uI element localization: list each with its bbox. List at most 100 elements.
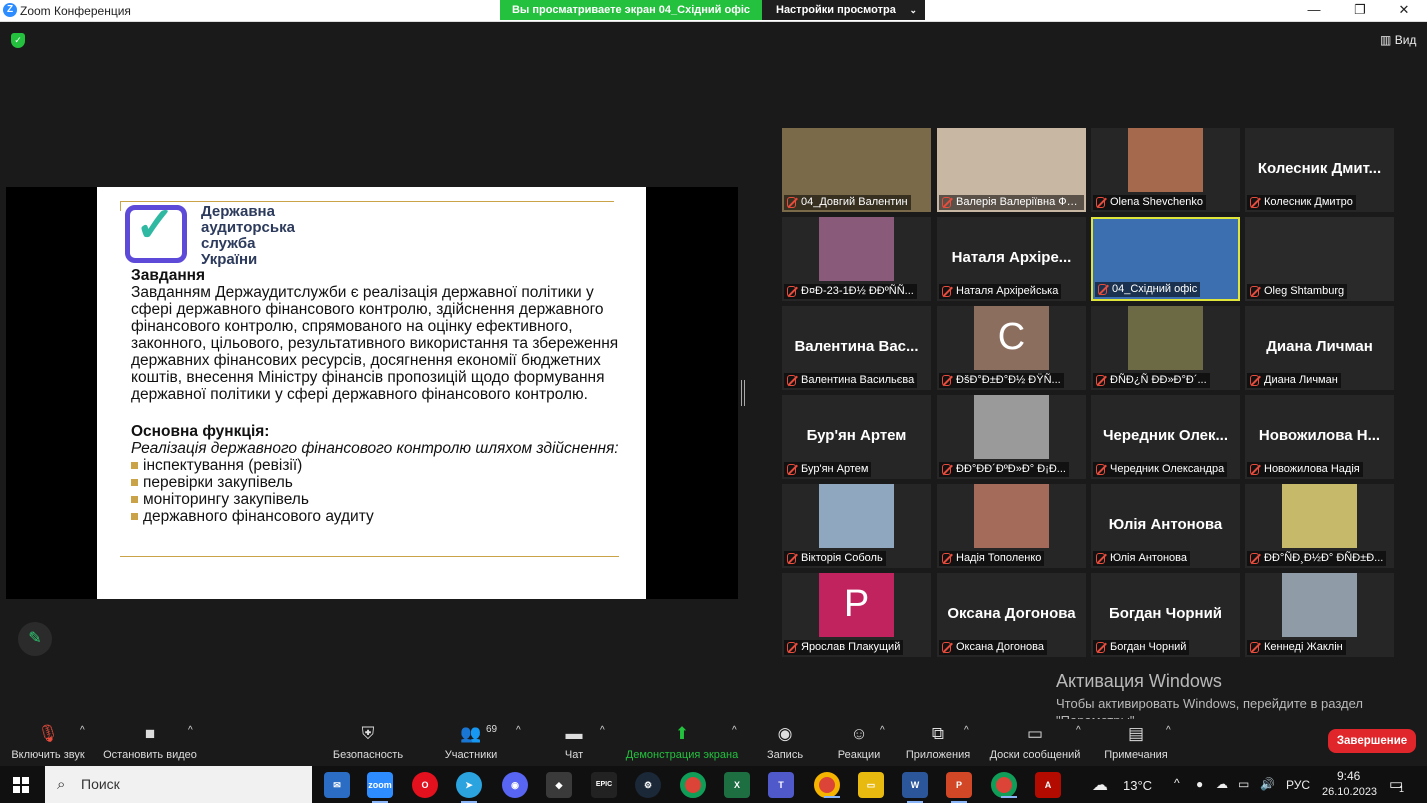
muted-mic-icon	[1096, 642, 1105, 653]
chat-button[interactable]: ▬ Чат ^	[558, 719, 605, 766]
participant-tile[interactable]: Валерія Валеріївна Фе...	[937, 128, 1086, 212]
teams-icon[interactable]: T	[768, 772, 794, 798]
participant-tile[interactable]: Валентина Вас... Валентина Васильєва	[782, 306, 931, 390]
record-button[interactable]: ◉ Запись	[762, 719, 808, 766]
participant-tile[interactable]: Olena Shevchenko	[1091, 128, 1240, 212]
chevron-up-icon[interactable]: ^	[80, 725, 85, 736]
function-heading: Основна функція:	[131, 423, 270, 440]
chrome-second-icon[interactable]	[991, 772, 1017, 798]
excel-icon[interactable]: X	[724, 772, 750, 798]
network-tray-icon[interactable]: ☁	[1216, 777, 1228, 791]
zoom-app-icon[interactable]: zoom	[367, 772, 393, 803]
clock-date[interactable]: 26.10.2023	[1322, 786, 1377, 798]
unmute-button[interactable]: 🎙 Включить звук ^	[6, 719, 90, 766]
end-meeting-button[interactable]: Завершение	[1328, 729, 1416, 753]
participant-tile[interactable]: P Ярослав Плакущий	[782, 573, 931, 657]
stop-video-button[interactable]: ■ Остановить видео ^	[100, 719, 200, 766]
language-indicator[interactable]: РУС	[1286, 778, 1310, 792]
participant-tile[interactable]: Чередник Олек... Чередник Олександра	[1091, 395, 1240, 479]
participant-name-label: Юлія Антонова	[1093, 551, 1190, 566]
chevron-up-icon[interactable]: ^	[1174, 776, 1180, 790]
participant-tile[interactable]: 04_Східний офіс	[1091, 217, 1240, 301]
chevron-up-icon[interactable]: ^	[1076, 725, 1081, 736]
powerpoint-icon[interactable]: P	[946, 772, 972, 803]
participants-button[interactable]: 👥 Участники 69 ^	[440, 719, 521, 766]
security-shield-icon[interactable]: ✓	[11, 33, 25, 48]
windows-start-icon[interactable]	[13, 777, 29, 793]
participant-name-label: Богдан Чорний	[1093, 640, 1190, 655]
notes-button[interactable]: ▤ Примечания ^	[1100, 719, 1172, 766]
participant-tile[interactable]: Колесник Дмит... Колесник Дмитро	[1245, 128, 1394, 212]
apps-button[interactable]: ⧉ Приложения ^	[902, 719, 974, 766]
discord-icon[interactable]: ◉	[502, 772, 528, 798]
battery-icon[interactable]: ▭	[1238, 777, 1249, 791]
search-placeholder: Поиск	[81, 776, 120, 792]
participant-name: Наталя Архірейська	[956, 285, 1059, 297]
epic-games-icon[interactable]: EPIC	[591, 772, 617, 798]
task-heading: Завдання	[131, 267, 206, 284]
participant-display-name: Колесник Дмит...	[1257, 160, 1382, 177]
smiley-plus-icon: ☺	[850, 724, 868, 743]
view-menu-button[interactable]: ▥ Вид	[1380, 33, 1416, 47]
steam-icon[interactable]: ⚙	[635, 772, 661, 798]
participant-tile[interactable]: ÐÑÐ¿Ñ ÐÐ»Ð°Ð´...	[1091, 306, 1240, 390]
roblox-icon[interactable]: ◆	[546, 772, 572, 798]
participant-video	[1282, 484, 1357, 548]
participant-name-label: Olena Shevchenko	[1093, 195, 1206, 210]
acrobat-icon[interactable]: A	[1035, 772, 1061, 798]
whiteboards-button[interactable]: ▭ Доски сообщений ^	[986, 719, 1084, 766]
participant-tile[interactable]: C ÐšÐ°Ð±Ð°Ð½ ÐŸÑ...	[937, 306, 1086, 390]
minimize-button[interactable]: —	[1291, 0, 1337, 22]
participant-tile[interactable]: Ð¤Ð-23-1Ð½ ÐÐºÑÑ...	[782, 217, 931, 301]
participant-name-label: Чередник Олександра	[1093, 462, 1228, 477]
view-settings-dropdown[interactable]: Настройки просмотра ⌄	[762, 0, 925, 20]
file-explorer-icon[interactable]: ▭	[858, 772, 884, 798]
opera-browser-icon[interactable]: O	[412, 772, 438, 798]
participant-tile[interactable]: 04_Довгий Валентин	[782, 128, 931, 212]
chevron-up-icon[interactable]: ^	[188, 725, 193, 736]
function-intro: Реалізація державного фінансового контро…	[131, 440, 619, 457]
participant-video	[819, 484, 894, 548]
security-button[interactable]: ⛨ Безопасность	[330, 719, 406, 766]
panel-resize-handle[interactable]	[741, 380, 745, 406]
participant-tile[interactable]: Надія Тополенко	[937, 484, 1086, 568]
clock-time[interactable]: 9:46	[1337, 769, 1360, 783]
share-screen-button[interactable]: ⬆ Демонстрация экрана ^	[620, 719, 744, 766]
participant-tile[interactable]: Бур'ян Артем Бур'ян Артем	[782, 395, 931, 479]
participant-tile[interactable]: Богдан Чорний Богдан Чорний	[1091, 573, 1240, 657]
participant-tile[interactable]: Наталя Архіре... Наталя Архірейська	[937, 217, 1086, 301]
participant-tile[interactable]: Диана Личман Диана Личман	[1245, 306, 1394, 390]
close-button[interactable]: ✕	[1381, 0, 1427, 22]
participant-name-label: Наталя Архірейська	[939, 284, 1062, 299]
participant-tile[interactable]: Новожилова Н... Новожилова Надія	[1245, 395, 1394, 479]
speaker-icon[interactable]: 🔊	[1260, 777, 1275, 791]
muted-mic-icon	[1096, 197, 1105, 208]
chevron-up-icon[interactable]: ^	[600, 725, 605, 736]
chevron-up-icon[interactable]: ^	[732, 725, 737, 736]
taskbar-search-box[interactable]: ⌕ Поиск	[45, 766, 312, 803]
participant-tile[interactable]: Оксана Догонова Оксана Догонова	[937, 573, 1086, 657]
weather-temp: 13°C	[1123, 778, 1153, 793]
participant-display-name: Юлія Антонова	[1108, 516, 1223, 533]
activation-body-line1: Чтобы активировать Windows, перейдите в …	[1056, 696, 1363, 711]
participant-tile[interactable]: Юлія Антонова Юлія Антонова	[1091, 484, 1240, 568]
participant-tile[interactable]: Oleg Shtamburg	[1245, 217, 1394, 301]
telegram-icon[interactable]: ➤	[456, 772, 482, 803]
chevron-up-icon[interactable]: ^	[964, 725, 969, 736]
microphone-tray-icon[interactable]: ●	[1196, 777, 1203, 791]
word-icon[interactable]: W	[902, 772, 928, 803]
participant-tile[interactable]: ÐÐ°ÑÐ¸Ð½Ð° ÐÑÐ±Ð...	[1245, 484, 1394, 568]
participant-tile[interactable]: Вікторія Соболь	[782, 484, 931, 568]
chat-label: Чат	[564, 749, 584, 761]
participant-tile[interactable]: Кеннеді Жаклін	[1245, 573, 1394, 657]
chevron-up-icon[interactable]: ^	[516, 725, 521, 736]
participant-tile[interactable]: ÐÐ°ÐÐ´ÐºÐ»Ð° Ð¡Ð...	[937, 395, 1086, 479]
annotate-pencil-icon[interactable]: ✎	[18, 622, 52, 656]
chrome-profile-icon[interactable]	[814, 772, 840, 798]
chevron-up-icon[interactable]: ^	[880, 725, 885, 736]
chrome-icon[interactable]	[680, 772, 706, 798]
maximize-button[interactable]: ❐	[1337, 0, 1383, 22]
mail-app-icon[interactable]: ✉	[324, 772, 350, 798]
chevron-up-icon[interactable]: ^	[1166, 725, 1171, 736]
reactions-button[interactable]: ☺ Реакции ^	[834, 719, 885, 766]
